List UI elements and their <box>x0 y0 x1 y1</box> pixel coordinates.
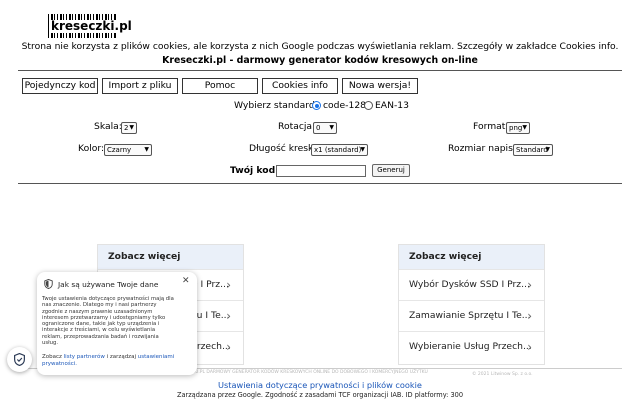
ad-link-2[interactable]: Zamawianie Sprzętu I Te...› <box>399 300 544 331</box>
code-label: Twój kod: <box>230 165 279 176</box>
font-size-value: Standard <box>516 146 548 154</box>
chevron-down-icon: ▼ <box>144 146 149 153</box>
chevron-down-icon: ▼ <box>129 124 134 131</box>
color-select[interactable]: Czarny ▼ <box>104 144 152 156</box>
chevron-down-icon: ▼ <box>360 146 365 153</box>
ad-link-label: Wybieranie Usług Przech... <box>409 341 532 352</box>
bar-length-label: Długość kreski: <box>249 143 320 154</box>
consent-popup: Jak są używane Twoje dane ✕ Twoje ustawi… <box>37 272 197 375</box>
nav-help-button[interactable]: Pomoc <box>182 78 258 94</box>
divider <box>18 70 622 71</box>
bar-length-select[interactable]: x1 (standard) ▼ <box>311 144 368 156</box>
color-label: Kolor: <box>78 143 105 154</box>
partners-list-link[interactable]: listy partnerów <box>64 354 105 360</box>
nav-cookies-info-button[interactable]: Cookies info <box>262 78 338 94</box>
chevron-right-icon: › <box>527 340 532 354</box>
rotation-label: Rotacja: <box>278 121 316 132</box>
standard-label: Wybierz standard: <box>234 100 318 111</box>
format-label: Format: <box>473 121 509 132</box>
generate-button[interactable]: Generuj <box>372 164 410 177</box>
format-value: png <box>509 124 523 132</box>
consent-footer: Zobacz listy partnerów i zarządzaj ustaw… <box>42 354 187 367</box>
footer-copy-text: ECZKI.PL DARMOWY GENERATOR KODÓW KRESKOW… <box>185 370 428 375</box>
radio-code128-label[interactable]: code-128 <box>323 100 366 111</box>
ad-link-1[interactable]: Wybór Dysków SSD I Prz...› <box>399 269 544 300</box>
site-logo[interactable]: kreseczki.pl <box>48 14 133 38</box>
nav-import-file-button[interactable]: Import z pliku <box>102 78 178 94</box>
chevron-down-icon: ▼ <box>545 146 550 153</box>
chevron-right-icon: › <box>527 309 532 323</box>
scale-select[interactable]: 2 ▼ <box>121 122 137 134</box>
cookie-notice: Strona nie korzysta z plików cookies, al… <box>21 41 619 52</box>
format-select[interactable]: png ▼ <box>506 122 530 134</box>
scale-value: 2 <box>124 124 129 132</box>
consent-foot-middle: i zarządzaj <box>106 354 136 360</box>
nav-new-version-button[interactable]: Nowa wersja! <box>342 78 418 94</box>
font-size-select[interactable]: Standard ▼ <box>513 144 553 156</box>
consent-title: Jak są używane Twoje dane <box>58 280 159 289</box>
bar-length-value: x1 (standard) <box>314 146 362 154</box>
radio-code128[interactable] <box>312 101 321 110</box>
nav-single-code-button[interactable]: Pojedynczy kod <box>22 78 98 94</box>
privacy-floating-button[interactable] <box>7 347 32 372</box>
ad-link-label: Wybór Dysków SSD I Prz... <box>409 279 530 290</box>
chevron-right-icon: › <box>527 278 532 292</box>
page-tagline: Kreseczki.pl - darmowy generator kodów k… <box>162 55 478 66</box>
chevron-right-icon: › <box>226 309 231 323</box>
logo-text: kreseczki.pl <box>50 19 133 33</box>
font-size-label: Rozmiar napisu: <box>448 143 522 154</box>
close-icon[interactable]: ✕ <box>182 276 190 286</box>
chevron-right-icon: › <box>226 278 231 292</box>
radio-ean13[interactable] <box>364 101 373 110</box>
divider <box>18 183 622 184</box>
code-input[interactable] <box>276 165 366 177</box>
shield-icon <box>44 279 53 289</box>
ad-heading: Zobacz więcej <box>98 245 243 269</box>
radio-ean13-label[interactable]: EAN-13 <box>375 100 409 111</box>
color-value: Czarny <box>107 146 132 154</box>
scale-label: Skala: <box>94 121 122 132</box>
chevron-down-icon: ▼ <box>522 124 527 131</box>
rotation-value: 0 <box>316 124 321 132</box>
chevron-down-icon: ▼ <box>329 124 334 131</box>
consent-body: Twoje ustawienia dotyczące prywatności m… <box>42 296 174 347</box>
managed-by-google-text: Zarządzana przez Google. Zgodność z zasa… <box>176 391 464 399</box>
ad-link-3[interactable]: Wybieranie Usług Przech...› <box>399 331 544 362</box>
shield-check-icon <box>14 353 25 366</box>
rotation-select[interactable]: 0 ▼ <box>313 122 337 134</box>
ad-link-label: Zamawianie Sprzętu I Te... <box>409 310 531 321</box>
ad-card-right: Zobacz więcej Wybór Dysków SSD I Prz... ›… <box>398 244 545 365</box>
chevron-right-icon: › <box>226 340 231 354</box>
privacy-settings-link[interactable]: Ustawienia dotyczące prywatności i plikó… <box>0 380 640 390</box>
ad-heading: Zobacz więcej <box>399 245 544 269</box>
footer-copyright: © 2021 Litwinow Sp. z o.o. <box>472 372 533 377</box>
consent-foot-prefix: Zobacz <box>42 354 62 360</box>
